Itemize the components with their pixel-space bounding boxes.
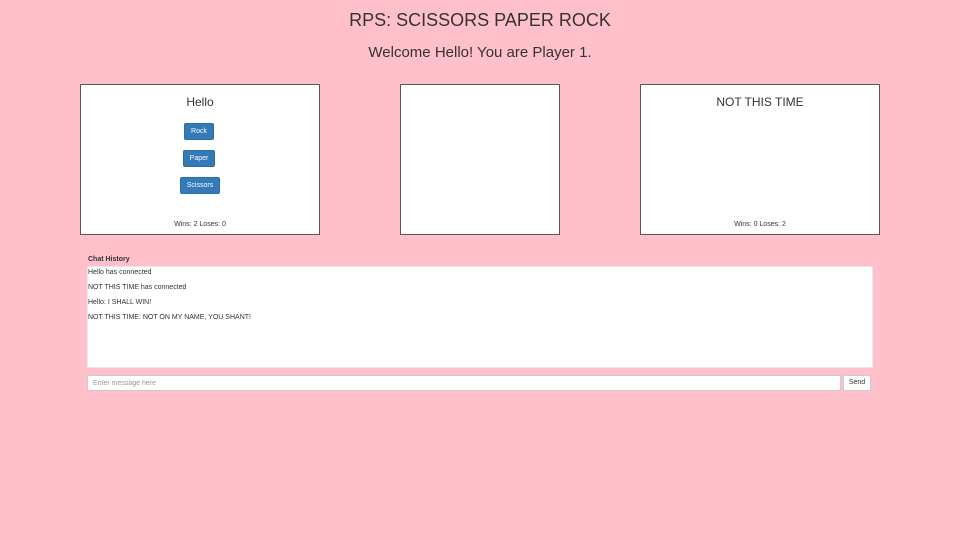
player1-record: Wins: 2 Loses: 0 <box>174 221 226 228</box>
player2-record: Wins: 0 Loses: 2 <box>734 221 786 228</box>
rock-button[interactable]: Rock <box>184 123 214 140</box>
chat-history[interactable]: Hello has connected NOT THIS TIME has co… <box>87 266 873 368</box>
paper-button[interactable]: Paper <box>183 150 215 167</box>
page: RPS: SCISSORS PAPER ROCK Welcome Hello! … <box>0 0 960 540</box>
player2-panel: NOT THIS TIME Wins: 0 Loses: 2 <box>640 84 880 235</box>
result-panel <box>400 84 560 235</box>
page-title: RPS: SCISSORS PAPER ROCK <box>349 10 611 30</box>
player2-name: NOT THIS TIME <box>716 95 804 109</box>
chat-history-label: Chat History <box>88 256 130 263</box>
chat-message: NOT THIS TIME has connected <box>88 284 187 291</box>
player1-name: Hello <box>186 95 214 109</box>
send-button[interactable]: Send <box>843 375 871 391</box>
chat-message: Hello has connected <box>88 269 152 276</box>
message-input[interactable] <box>87 375 841 391</box>
chat-message: Hello: I SHALL WIN! <box>88 299 152 306</box>
player1-panel: Hello Rock Paper Scissors Wins: 2 Loses:… <box>80 84 320 235</box>
chat-message: NOT THIS TIME: NOT ON MY NAME, YOU SHANT… <box>88 314 251 321</box>
scissors-button[interactable]: Scissors <box>180 177 220 194</box>
welcome-message: Welcome Hello! You are Player 1. <box>368 44 592 61</box>
